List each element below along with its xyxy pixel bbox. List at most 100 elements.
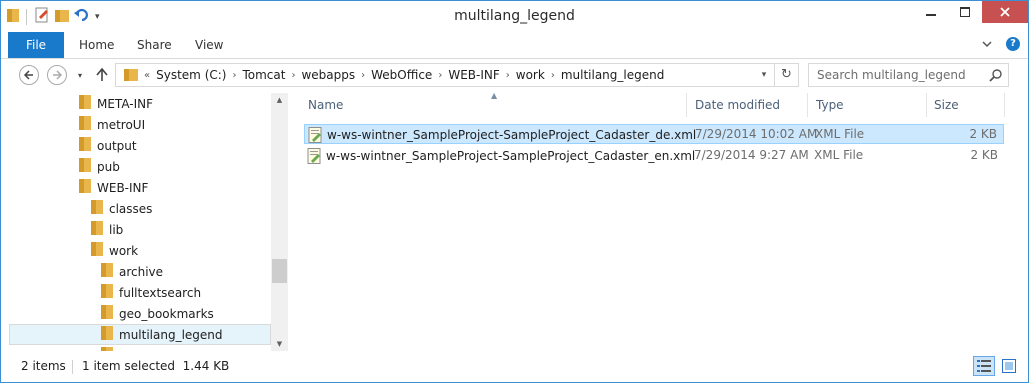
breadcrumb: « System (C:) › Tomcat › webapps › WebOf… bbox=[116, 66, 668, 85]
file-date: 7/29/2014 9:27 AM bbox=[694, 148, 809, 162]
tree-item[interactable]: META-INF bbox=[9, 93, 271, 114]
folder-icon bbox=[91, 220, 103, 239]
scroll-down-arrow[interactable]: ▼ bbox=[271, 337, 288, 351]
file-size: 2 KB bbox=[969, 127, 997, 141]
file-type: XML File bbox=[814, 148, 864, 162]
tree-item-label: archive bbox=[119, 264, 164, 279]
up-button[interactable] bbox=[91, 64, 113, 86]
folder-icon bbox=[101, 283, 113, 302]
file-size: 2 KB bbox=[970, 148, 998, 162]
tree-item-label: classes bbox=[109, 201, 153, 216]
tree-item-label: multilang_legend bbox=[119, 327, 223, 342]
tree-item-label: geo_bookmarks bbox=[119, 306, 214, 321]
large-icons-view-icon bbox=[1002, 359, 1016, 373]
scroll-thumb[interactable] bbox=[272, 259, 287, 283]
tab-view[interactable]: View bbox=[181, 32, 237, 58]
details-view-button[interactable] bbox=[973, 356, 995, 376]
file-name-cell: w-ws-wintner_SampleProject-SampleProject… bbox=[308, 127, 696, 143]
window-title: multilang_legend bbox=[454, 8, 575, 24]
tree-item-label: lib bbox=[109, 222, 124, 237]
folder-icon bbox=[79, 178, 91, 197]
file-row[interactable]: w-ws-wintner_SampleProject-SampleProject… bbox=[304, 146, 1004, 166]
folder-icon bbox=[101, 325, 113, 344]
tree-item-label: META-INF bbox=[97, 96, 154, 111]
breadcrumb-item[interactable]: System (C:) bbox=[152, 68, 230, 82]
expand-ribbon-icon[interactable] bbox=[982, 38, 992, 51]
xml-file-icon bbox=[307, 148, 321, 164]
tree-item[interactable]: archive bbox=[9, 261, 271, 282]
search-input[interactable] bbox=[809, 64, 979, 86]
chevron-right-icon[interactable]: › bbox=[359, 70, 367, 81]
tree-item[interactable]: geo_bookmarks bbox=[9, 303, 271, 324]
column-divider[interactable] bbox=[1004, 93, 1005, 117]
folder-icon bbox=[79, 157, 91, 176]
tree-item[interactable]: metroUI bbox=[9, 114, 271, 135]
column-header-date[interactable]: Date modified bbox=[687, 93, 780, 117]
navigation-pane: META-INF metroUI output pub WEB-INF clas… bbox=[9, 93, 286, 351]
xml-file-icon bbox=[308, 127, 322, 143]
column-header-name[interactable]: Name bbox=[300, 93, 343, 117]
tree-item-label: WEB-INF bbox=[97, 180, 149, 195]
folder-icon bbox=[101, 346, 113, 351]
search-icon[interactable] bbox=[989, 68, 1003, 85]
tree-item-partial[interactable] bbox=[9, 345, 271, 351]
column-header-type[interactable]: Type bbox=[808, 93, 844, 117]
breadcrumb-item[interactable]: multilang_legend bbox=[557, 68, 669, 82]
file-row[interactable]: w-ws-wintner_SampleProject-SampleProject… bbox=[304, 124, 1004, 144]
status-divider bbox=[72, 360, 73, 374]
tree-item-label: metroUI bbox=[97, 117, 146, 132]
tree-item[interactable]: fulltextsearch bbox=[9, 282, 271, 303]
tree-item-label: pub bbox=[97, 159, 120, 174]
breadcrumb-item[interactable]: Tomcat bbox=[238, 68, 289, 82]
minimize-button[interactable] bbox=[914, 1, 948, 23]
nav-pane-scrollbar[interactable]: ▲ ▼ bbox=[271, 93, 288, 351]
forward-button[interactable] bbox=[47, 65, 67, 85]
breadcrumb-item[interactable]: webapps bbox=[297, 68, 359, 82]
close-button[interactable] bbox=[982, 1, 1028, 23]
tree-item[interactable]: work bbox=[9, 240, 271, 261]
tree-item[interactable]: lib bbox=[9, 219, 271, 240]
tree-item[interactable]: output bbox=[9, 135, 271, 156]
scroll-up-arrow[interactable]: ▲ bbox=[271, 93, 288, 107]
address-bar[interactable]: « System (C:) › Tomcat › webapps › WebOf… bbox=[115, 63, 799, 87]
sort-ascending-icon: ▲ bbox=[491, 91, 498, 100]
window-controls bbox=[914, 1, 1028, 23]
chevron-right-icon[interactable]: › bbox=[289, 70, 297, 81]
breadcrumb-item[interactable]: WebOffice bbox=[367, 68, 436, 82]
help-icon[interactable]: ? bbox=[1006, 37, 1020, 51]
breadcrumb-overflow[interactable]: « bbox=[142, 70, 152, 81]
title-bar: ▾ multilang_legend bbox=[1, 1, 1028, 32]
breadcrumb-item[interactable]: work bbox=[512, 68, 549, 82]
column-header-size[interactable]: Size bbox=[926, 93, 959, 117]
file-date: 7/29/2014 10:02 AM bbox=[695, 127, 818, 141]
recent-locations-icon[interactable]: ▾ bbox=[69, 64, 91, 86]
tree-item[interactable]: WEB-INF bbox=[9, 177, 271, 198]
chevron-right-icon[interactable]: › bbox=[549, 70, 557, 81]
details-view-icon bbox=[977, 360, 991, 372]
chevron-right-icon[interactable]: › bbox=[230, 70, 238, 81]
large-icons-view-button[interactable] bbox=[998, 356, 1020, 376]
refresh-icon[interactable]: ↻ bbox=[774, 64, 798, 86]
tab-share[interactable]: Share bbox=[123, 32, 186, 58]
folder-icon bbox=[79, 136, 91, 155]
explorer-window: ▾ multilang_legend File Home Share View … bbox=[0, 0, 1029, 383]
item-count: 2 items bbox=[21, 359, 66, 373]
tree-item-selected[interactable]: multilang_legend bbox=[9, 324, 271, 345]
tab-file[interactable]: File bbox=[8, 32, 64, 58]
ribbon: File Home Share View ? bbox=[1, 32, 1028, 59]
breadcrumb-item[interactable]: WEB-INF bbox=[444, 68, 503, 82]
tree-item[interactable]: pub bbox=[9, 156, 271, 177]
tab-home[interactable]: Home bbox=[65, 32, 128, 58]
folder-icon bbox=[101, 304, 113, 323]
chevron-right-icon[interactable]: › bbox=[504, 70, 512, 81]
chevron-right-icon[interactable]: › bbox=[436, 70, 444, 81]
maximize-button[interactable] bbox=[948, 1, 982, 23]
file-name: w-ws-wintner_SampleProject-SampleProject… bbox=[326, 149, 696, 163]
file-list: ▲ Name Date modified Type Size w-ws-wint… bbox=[296, 91, 1018, 351]
file-name-cell: w-ws-wintner_SampleProject-SampleProject… bbox=[307, 148, 695, 164]
address-dropdown-icon[interactable]: ▾ bbox=[754, 70, 774, 80]
back-button[interactable] bbox=[19, 65, 39, 85]
folder-icon bbox=[79, 115, 91, 134]
tree-item[interactable]: classes bbox=[9, 198, 271, 219]
folder-icon bbox=[91, 199, 103, 218]
